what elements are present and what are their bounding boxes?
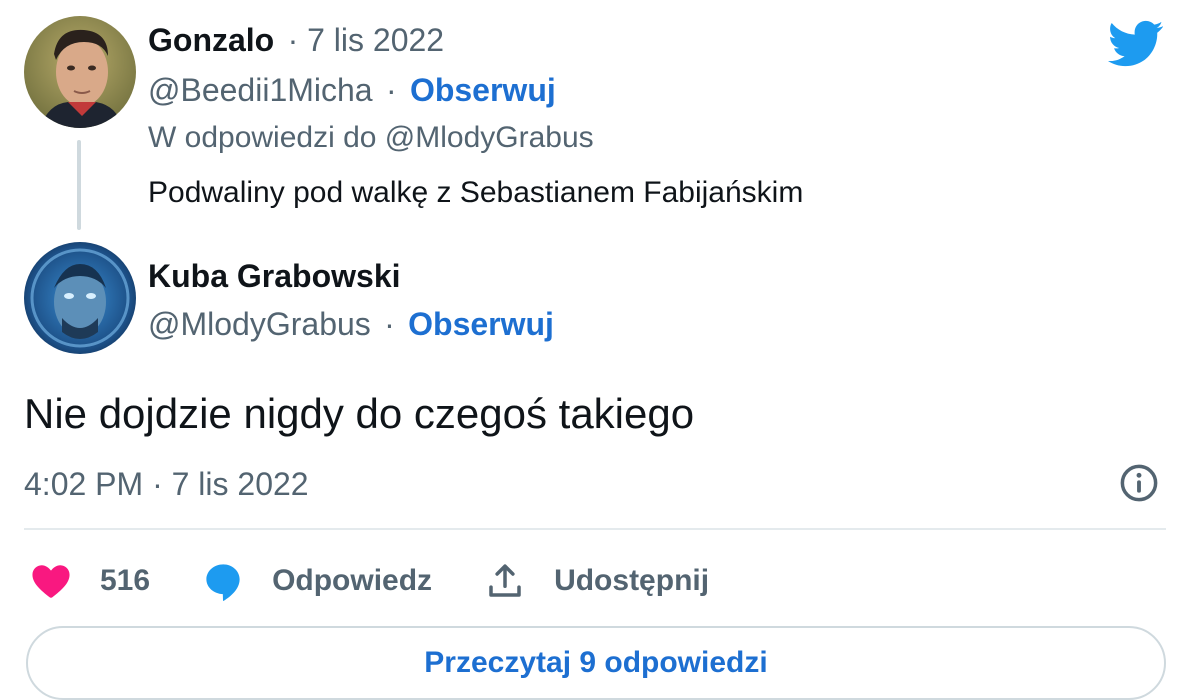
avatar-kuba-grabowski[interactable] xyxy=(24,242,136,354)
reply-button[interactable]: Odpowiedz xyxy=(202,560,432,602)
main-tweet-header: Kuba Grabowski xyxy=(148,258,401,295)
divider xyxy=(24,528,1166,530)
reply-label: Odpowiedz xyxy=(272,564,433,597)
avatar-gonzalo[interactable] xyxy=(24,16,136,128)
thread-connector xyxy=(77,140,81,230)
reply-tweet-date[interactable]: · 7 lis 2022 xyxy=(279,22,445,58)
share-label: Udostępnij xyxy=(554,564,710,597)
main-handle-row: @MlodyGrabus · Obserwuj xyxy=(148,306,554,343)
read-replies-button[interactable]: Przeczytaj 9 odpowiedzi xyxy=(26,626,1166,700)
reply-author-name[interactable]: Gonzalo xyxy=(148,22,274,58)
like-button[interactable]: 516 xyxy=(30,560,150,602)
info-icon[interactable] xyxy=(1118,462,1160,504)
like-count: 516 xyxy=(100,564,151,597)
replying-to-text[interactable]: W odpowiedzi do @MlodyGrabus xyxy=(148,121,594,154)
follow-button-gonzalo[interactable]: Obserwuj xyxy=(410,72,556,108)
reply-handle-row: @Beedii1Micha · Obserwuj xyxy=(148,72,556,109)
heart-icon xyxy=(32,565,70,598)
separator-dot: · xyxy=(377,72,406,108)
reply-tweet-header: Gonzalo · 7 lis 2022 xyxy=(148,22,444,59)
twitter-bird-icon[interactable] xyxy=(1108,20,1164,68)
tweet-actions-bar: 516 Odpowiedz Udostępnij xyxy=(30,556,761,606)
reply-bubble-icon xyxy=(206,564,240,601)
main-tweet-text: Nie dojdzie nigdy do czegoś takiego xyxy=(24,390,695,437)
tweet-embed: Gonzalo · 7 lis 2022 @Beedii1Micha · Obs… xyxy=(0,0,1200,700)
main-author-name[interactable]: Kuba Grabowski xyxy=(148,258,401,294)
share-button[interactable]: Udostępnij xyxy=(484,560,709,602)
reply-tweet-text: Podwaliny pod walkę z Sebastianem Fabija… xyxy=(148,176,804,209)
main-author-handle[interactable]: @MlodyGrabus xyxy=(148,306,371,342)
follow-button-kuba[interactable]: Obserwuj xyxy=(408,306,554,342)
reply-author-handle[interactable]: @Beedii1Micha xyxy=(148,72,373,108)
tweet-timestamp[interactable]: 4:02 PM · 7 lis 2022 xyxy=(24,466,309,503)
reply-tweet-body: Podwaliny pod walkę z Sebastianem Fabija… xyxy=(148,176,803,210)
replying-to-line: W odpowiedzi do @MlodyGrabus xyxy=(148,121,594,155)
separator-dot: · xyxy=(375,306,404,342)
share-icon xyxy=(489,564,521,597)
